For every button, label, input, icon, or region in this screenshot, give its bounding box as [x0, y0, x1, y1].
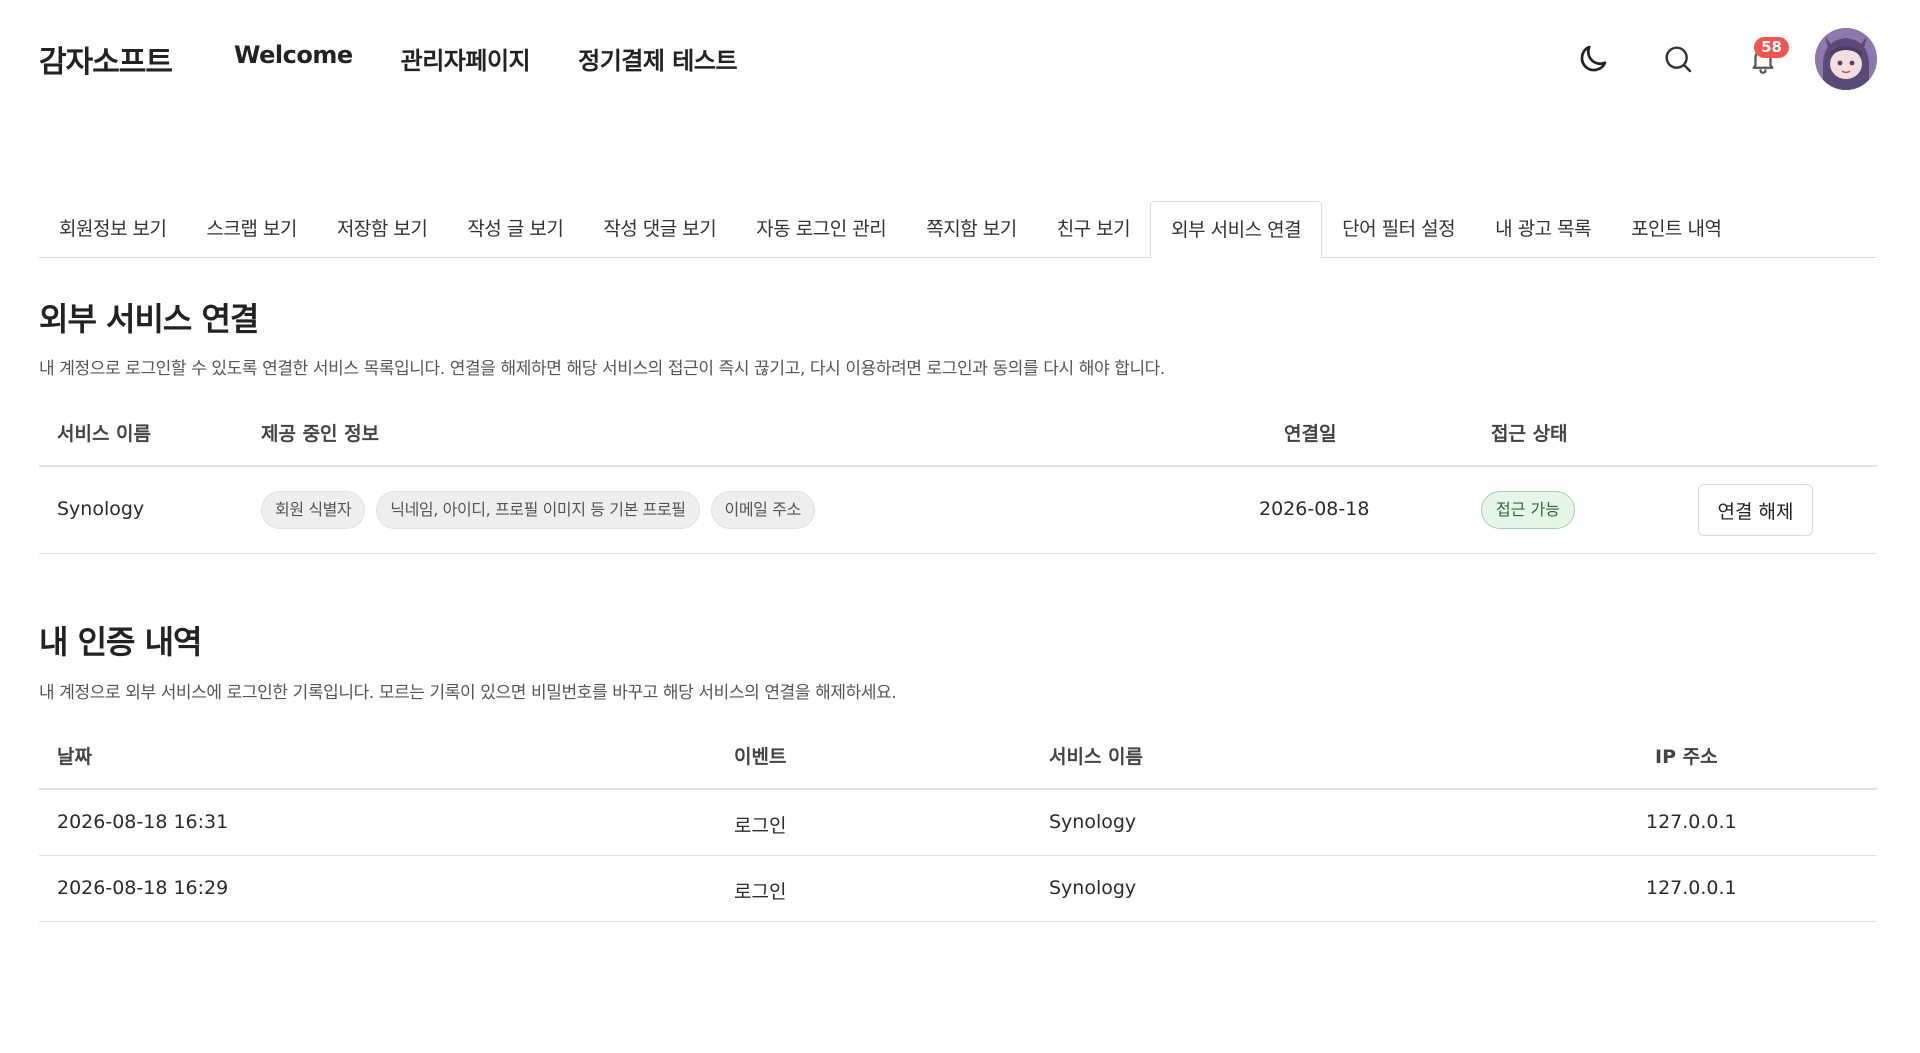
col-service-name: 서비스 이름 [57, 423, 152, 445]
auth-event: 로그인 [734, 815, 787, 837]
tab-messages[interactable]: 쪽지함 보기 [906, 201, 1036, 258]
table-row: 2026-08-18 16:31 로그인 Synology 127.0.0.1 [39, 790, 1877, 856]
connections-table: 서비스 이름 제공 중인 정보 연결일 접근 상태 Synology 회원 식별… [39, 401, 1877, 554]
nav-welcome[interactable]: Welcome [234, 41, 353, 76]
user-avatar[interactable] [1815, 27, 1877, 90]
notifications-button[interactable]: 58 [1733, 29, 1793, 89]
disconnect-button[interactable]: 연결 해제 [1698, 484, 1813, 536]
info-chip: 회원 식별자 [261, 491, 366, 529]
col-ip-address: IP 주소 [1655, 746, 1718, 768]
nav-subscription-test[interactable]: 정기결제 테스트 [578, 41, 737, 76]
search-button[interactable] [1648, 29, 1708, 89]
connected-date: 2026-08-18 [1259, 498, 1370, 520]
tab-auto-login[interactable]: 자동 로그인 관리 [736, 201, 906, 258]
status-badge: 접근 가능 [1481, 491, 1575, 529]
access-status-cell: 접근 가능 [1481, 491, 1575, 529]
auth-ip: 127.0.0.1 [1646, 811, 1737, 833]
auth-date: 2026-08-18 16:31 [57, 811, 229, 833]
col-provided-info: 제공 중인 정보 [261, 423, 380, 445]
tab-my-comments[interactable]: 작성 댓글 보기 [583, 201, 736, 258]
tab-saved[interactable]: 저장함 보기 [317, 201, 447, 258]
tab-scraps[interactable]: 스크랩 보기 [186, 201, 316, 258]
info-chip: 닉네임, 아이디, 프로필 이미지 등 기본 프로필 [376, 491, 700, 529]
table-row: 2026-08-18 16:29 로그인 Synology 127.0.0.1 [39, 856, 1877, 922]
connections-title: 외부 서비스 연결 [39, 300, 259, 338]
avatar-image [1815, 27, 1877, 90]
action-cell: 연결 해제 [1698, 484, 1813, 536]
site-logo[interactable]: 감자소프트 [39, 37, 173, 81]
auth-service: Synology [1049, 877, 1137, 899]
tab-my-posts[interactable]: 작성 글 보기 [447, 201, 583, 258]
col-event: 이벤트 [734, 746, 787, 768]
tab-friends[interactable]: 친구 보기 [1037, 201, 1150, 258]
auth-event: 로그인 [734, 881, 787, 903]
auth-history-table: 날짜 이벤트 서비스 이름 IP 주소 2026-08-18 16:31 로그인… [39, 724, 1877, 922]
service-name: Synology [57, 498, 145, 520]
table-row: Synology 회원 식별자 닉네임, 아이디, 프로필 이미지 등 기본 프로… [39, 467, 1877, 554]
auth-history-table-header: 날짜 이벤트 서비스 이름 IP 주소 [39, 724, 1877, 790]
moon-icon [1580, 45, 1607, 71]
col-access-status: 접근 상태 [1491, 423, 1568, 445]
main-content: 회원정보 보기 스크랩 보기 저장함 보기 작성 글 보기 작성 댓글 보기 자… [0, 117, 1920, 1053]
nav-admin[interactable]: 관리자페이지 [401, 41, 531, 76]
tab-word-filter[interactable]: 단어 필터 설정 [1322, 201, 1475, 258]
col-connected-date: 연결일 [1284, 423, 1337, 445]
header-actions: 58 [1538, 0, 1877, 117]
search-icon [1665, 45, 1692, 72]
auth-history-title: 내 인증 내역 [39, 623, 202, 661]
auth-service: Synology [1049, 811, 1137, 833]
tab-member-info[interactable]: 회원정보 보기 [39, 201, 186, 258]
tab-my-ads[interactable]: 내 광고 목록 [1475, 201, 1611, 258]
main-nav: Welcome 관리자페이지 정기결제 테스트 [234, 41, 738, 76]
connections-table-header: 서비스 이름 제공 중인 정보 연결일 접근 상태 [39, 401, 1877, 467]
connections-description: 내 계정으로 로그인할 수 있도록 연결한 서비스 목록입니다. 연결을 해제하… [39, 359, 1165, 379]
col-date: 날짜 [57, 746, 92, 768]
auth-history-description: 내 계정으로 외부 서비스에 로그인한 기록입니다. 모르는 기록이 있으면 비… [39, 683, 897, 703]
info-chip: 이메일 주소 [710, 491, 815, 529]
site-header: 감자소프트 Welcome 관리자페이지 정기결제 테스트 58 [0, 0, 1920, 117]
mypage-tabs: 회원정보 보기 스크랩 보기 저장함 보기 작성 글 보기 작성 댓글 보기 자… [39, 201, 1877, 259]
col-service-name: 서비스 이름 [1049, 746, 1144, 768]
notification-count-badge: 58 [1754, 36, 1789, 58]
dark-mode-toggle[interactable] [1563, 29, 1623, 89]
auth-ip: 127.0.0.1 [1646, 877, 1737, 899]
tab-external-services[interactable]: 외부 서비스 연결 [1150, 201, 1323, 259]
auth-date: 2026-08-18 16:29 [57, 877, 229, 899]
tab-points[interactable]: 포인트 내역 [1611, 201, 1741, 258]
provided-info-list: 회원 식별자 닉네임, 아이디, 프로필 이미지 등 기본 프로필 이메일 주소 [261, 491, 826, 529]
